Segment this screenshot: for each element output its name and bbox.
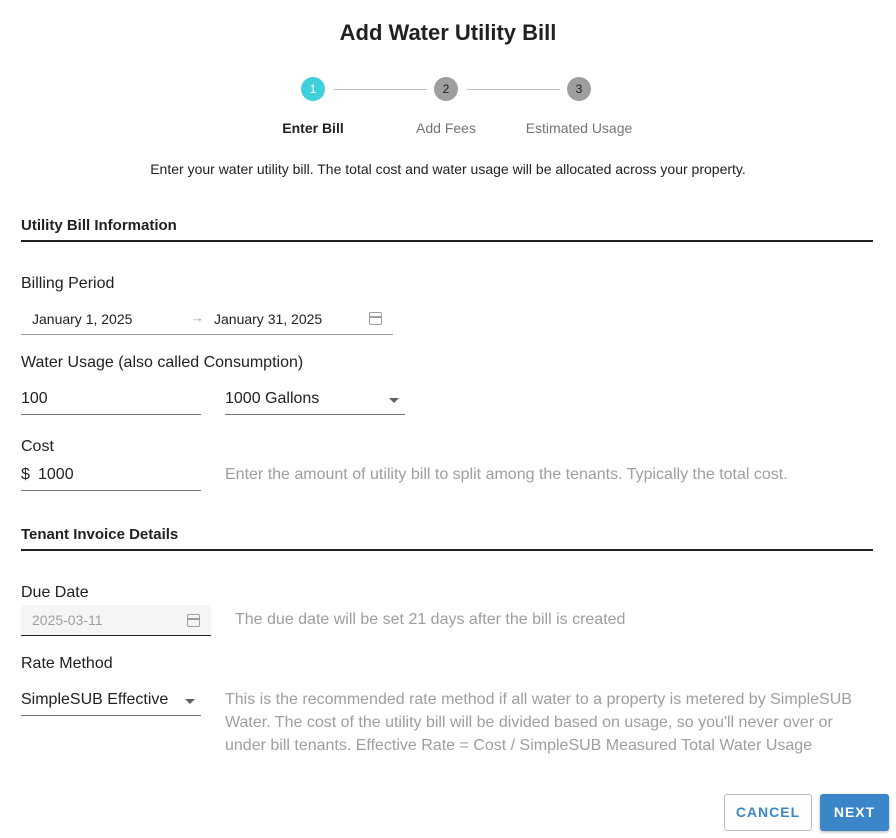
- step-1-circle[interactable]: 1: [301, 77, 325, 101]
- rate-method-value: SimpleSUB Effective: [21, 691, 169, 708]
- due-date-value: 2025-03-11: [32, 612, 103, 628]
- calendar-icon[interactable]: [369, 312, 382, 325]
- section-heading-bill: Utility Bill Information: [21, 217, 873, 242]
- water-usage-label: Water Usage (also called Consumption): [21, 354, 304, 371]
- due-date-label: Due Date: [21, 584, 89, 601]
- due-date-hint: The due date will be set 21 days after t…: [235, 611, 626, 628]
- cost-input[interactable]: $ 1000: [21, 461, 201, 491]
- dropdown-arrow-icon: [185, 699, 195, 704]
- water-usage-value: 100: [21, 390, 48, 407]
- step-connector: [334, 89, 427, 90]
- due-date-input: 2025-03-11: [21, 605, 211, 636]
- cancel-button[interactable]: CANCEL: [724, 794, 812, 831]
- cost-hint: Enter the amount of utility bill to spli…: [225, 466, 788, 483]
- step-1-label[interactable]: Enter Bill: [243, 120, 383, 136]
- billing-period-label: Billing Period: [21, 275, 115, 292]
- billing-period-range-picker[interactable]: January 1, 2025 → January 31, 2025: [21, 305, 393, 335]
- step-3-circle[interactable]: 3: [567, 77, 591, 101]
- step-2-label[interactable]: Add Fees: [376, 120, 516, 136]
- next-button[interactable]: NEXT: [820, 794, 889, 831]
- rate-method-label: Rate Method: [21, 655, 113, 672]
- rate-method-hint: This is the recommended rate method if a…: [225, 691, 852, 754]
- arrow-right-icon: →: [191, 310, 204, 325]
- step-2-circle[interactable]: 2: [434, 77, 458, 101]
- dropdown-arrow-icon: [389, 398, 399, 403]
- page-title: Add Water Utility Bill: [339, 20, 557, 45]
- step-connector: [467, 89, 560, 90]
- step-3-label[interactable]: Estimated Usage: [509, 120, 649, 136]
- rate-method-select[interactable]: SimpleSUB Effective: [21, 686, 201, 716]
- end-date-input[interactable]: January 31, 2025: [214, 311, 322, 327]
- section-heading-invoice: Tenant Invoice Details: [21, 526, 873, 551]
- calendar-icon: [187, 614, 200, 627]
- currency-prefix: $: [21, 466, 30, 483]
- usage-unit-select[interactable]: 1000 Gallons: [225, 385, 405, 415]
- cost-label: Cost: [21, 438, 54, 455]
- intro-text: Enter your water utility bill. The total…: [150, 161, 746, 177]
- stepper: 1 2 3 Enter Bill Add Fees Estimated Usag…: [0, 77, 896, 137]
- water-usage-input[interactable]: 100: [21, 385, 201, 415]
- cost-value: 1000: [38, 466, 74, 483]
- start-date-input[interactable]: January 1, 2025: [32, 311, 132, 327]
- usage-unit-value: 1000 Gallons: [225, 390, 320, 407]
